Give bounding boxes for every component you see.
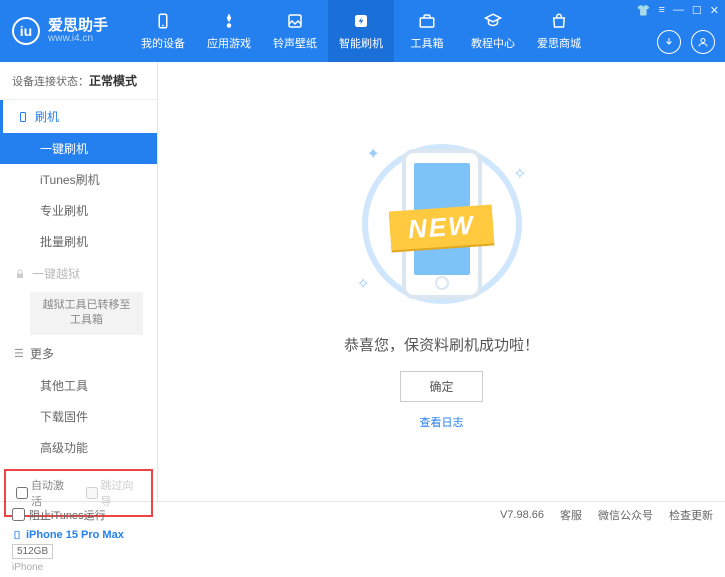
app-logo: iu 爱思助手 www.i4.cn (0, 17, 120, 45)
menu-icon (14, 346, 24, 360)
sidebar-section-jailbreak: 一键越狱 (0, 257, 157, 290)
nav-smart-flash[interactable]: 智能刷机 (328, 0, 394, 62)
sidebar-item-download-firmware[interactable]: 下载固件 (0, 401, 157, 432)
nav-ringtones[interactable]: 铃声壁纸 (262, 0, 328, 62)
download-button[interactable] (657, 30, 681, 54)
flash-icon (351, 11, 371, 31)
nav-apps-games[interactable]: 应用游戏 (196, 0, 262, 62)
success-illustration: ✦ ✧ ✧ NEW (347, 134, 537, 314)
app-url: www.i4.cn (48, 33, 108, 44)
footer-check-update[interactable]: 检查更新 (669, 507, 713, 523)
checkbox-auto-activate[interactable]: 自动激活 (16, 477, 72, 509)
sidebar: 设备连接状态：正常模式 刷机 一键刷机 iTunes刷机 专业刷机 批量刷机 一… (0, 62, 158, 501)
nav-store[interactable]: 爱思商城 (526, 0, 592, 62)
sidebar-section-more[interactable]: 更多 (0, 337, 157, 370)
toolbox-icon (417, 11, 437, 31)
sidebar-item-batch-flash[interactable]: 批量刷机 (0, 226, 157, 257)
success-message: 恭喜您，保资料刷机成功啦！ (344, 334, 539, 355)
version-label: V7.98.66 (500, 509, 544, 521)
device-capacity: 512GB (12, 544, 53, 559)
sidebar-section-flash[interactable]: 刷机 (0, 100, 157, 133)
tutorial-icon (483, 11, 503, 31)
nav-label: 铃声壁纸 (273, 35, 317, 51)
shirt-icon[interactable]: 👕 (637, 4, 651, 17)
logo-icon: iu (12, 17, 40, 45)
nav-toolbox[interactable]: 工具箱 (394, 0, 460, 62)
ok-button[interactable]: 确定 (400, 371, 482, 402)
maximize-button[interactable]: ☐ (692, 4, 702, 17)
lock-icon (14, 268, 26, 280)
nav-my-device[interactable]: 我的设备 (130, 0, 196, 62)
main-nav: 我的设备 应用游戏 铃声壁纸 智能刷机 工具箱 (130, 0, 592, 62)
checkbox-skip-guide[interactable]: 跳过向导 (86, 477, 142, 509)
minimize-button[interactable]: — (673, 4, 684, 17)
apps-icon (219, 11, 239, 31)
footer-wechat[interactable]: 微信公众号 (598, 507, 653, 523)
sidebar-item-oneclick-flash[interactable]: 一键刷机 (0, 133, 157, 164)
phone-icon (12, 529, 22, 541)
device-icon (153, 11, 173, 31)
sidebar-item-pro-flash[interactable]: 专业刷机 (0, 195, 157, 226)
close-button[interactable]: ✕ (710, 4, 719, 17)
jailbreak-note: 越狱工具已转移至工具箱 (30, 292, 143, 335)
checkbox-block-itunes[interactable]: 阻止iTunes运行 (12, 507, 106, 523)
footer-support[interactable]: 客服 (560, 507, 582, 523)
main-content: ✦ ✧ ✧ NEW 恭喜您，保资料刷机成功啦！ 确定 查看日志 (158, 62, 725, 501)
menu-icon[interactable]: ≡ (658, 4, 664, 17)
view-log-link[interactable]: 查看日志 (420, 414, 464, 430)
nav-label: 爱思商城 (537, 35, 581, 51)
nav-label: 应用游戏 (207, 35, 251, 51)
phone-icon (17, 111, 29, 123)
nav-label: 我的设备 (141, 35, 185, 51)
nav-label: 工具箱 (411, 35, 444, 51)
wallpaper-icon (285, 11, 305, 31)
app-title: 爱思助手 (48, 18, 108, 33)
device-name[interactable]: iPhone 15 Pro Max (12, 529, 145, 541)
nav-label: 教程中心 (471, 35, 515, 51)
user-button[interactable] (691, 30, 715, 54)
new-banner: NEW (389, 204, 494, 250)
sidebar-item-itunes-flash[interactable]: iTunes刷机 (0, 164, 157, 195)
store-icon (549, 11, 569, 31)
connection-status: 设备连接状态：正常模式 (0, 62, 157, 100)
sidebar-item-advanced[interactable]: 高级功能 (0, 432, 157, 463)
device-type: iPhone (12, 562, 145, 573)
window-controls: 👕 ≡ — ☐ ✕ (637, 4, 719, 17)
nav-tutorials[interactable]: 教程中心 (460, 0, 526, 62)
sidebar-item-other-tools[interactable]: 其他工具 (0, 370, 157, 401)
device-info: iPhone 15 Pro Max 512GB iPhone (0, 523, 157, 577)
nav-label: 智能刷机 (339, 35, 383, 51)
